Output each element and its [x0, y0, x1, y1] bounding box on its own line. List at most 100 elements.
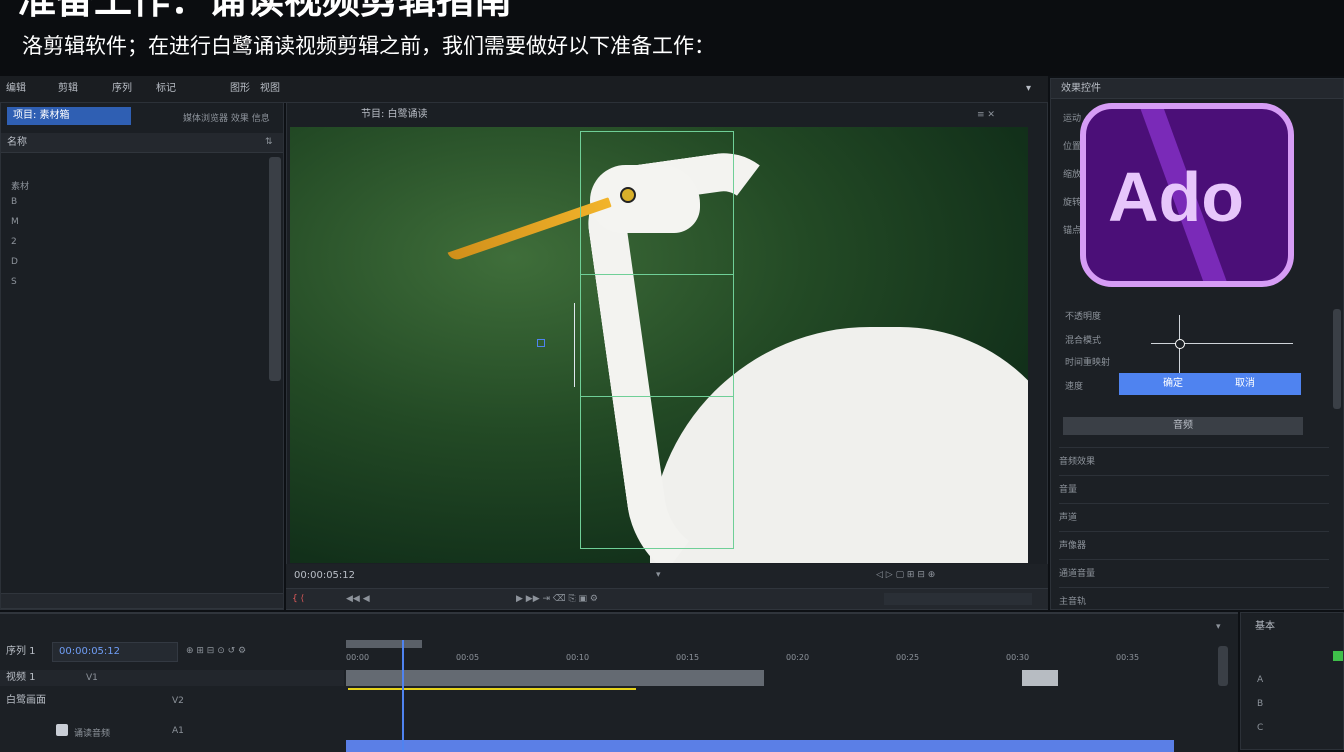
list-item[interactable]: C: [1257, 723, 1263, 733]
track-header-row: 视频 1 V1: [0, 670, 344, 686]
monitor-controls: 00:00:05:12 ▾ ◁ ▷ ▢ ⊞ ⊟ ⊕ { ⟨ ◀◀ ◀ ▶ ▶▶ …: [286, 564, 1048, 610]
play-icon[interactable]: ▶ ▶▶ ⇥ ⌫ ⎘ ▣ ⚙: [516, 594, 598, 604]
value-graph-line: [1151, 343, 1293, 344]
track-label: V2: [172, 696, 184, 706]
track-name[interactable]: 诵读音频: [74, 726, 110, 739]
list-item[interactable]: 通道音量: [1059, 559, 1329, 579]
menu-item-sequence[interactable]: 序列: [112, 83, 132, 95]
menu-item-view[interactable]: 视图: [260, 83, 280, 95]
graph-label: 不透明度: [1065, 312, 1102, 322]
track-name[interactable]: 视频 1: [6, 672, 36, 684]
list-item[interactable]: S: [11, 277, 17, 287]
chevron-down-icon[interactable]: ▾: [1216, 622, 1221, 632]
ruler-tick-label: 00:25: [896, 653, 920, 662]
menu-item-marker[interactable]: 标记: [156, 83, 176, 95]
ruler-tick-label: 00:35: [1116, 653, 1140, 662]
effect-scrollbar[interactable]: [1333, 309, 1341, 409]
timecode-field[interactable]: 00:00:05:12: [52, 642, 178, 662]
property-row[interactable]: 运动: [1063, 111, 1081, 124]
property-row[interactable]: 旋转: [1063, 195, 1081, 208]
ruler-tick-label: 00:30: [1006, 653, 1030, 662]
property-row[interactable]: 锚点: [1063, 223, 1081, 236]
list-item[interactable]: 素材: [11, 179, 29, 192]
video-clip[interactable]: [346, 670, 764, 686]
guide-line: [580, 274, 734, 275]
track-header-row: 白鹭画面 V2: [0, 692, 344, 710]
timeline-tools[interactable]: ⊕ ⊞ ⊟ ⊙ ↺ ⚙: [186, 646, 246, 656]
project-footer-toolbar: [1, 593, 283, 609]
list-item[interactable]: 声道: [1059, 503, 1329, 523]
keyframe-handle[interactable]: [1175, 339, 1185, 349]
tab-project[interactable]: 项目: 素材箱: [7, 107, 131, 125]
vertical-handle[interactable]: [574, 303, 575, 387]
list-item[interactable]: 2: [11, 237, 17, 247]
list-item[interactable]: A: [1257, 675, 1263, 685]
project-list-header: 名称 ⇅: [1, 133, 283, 153]
chevron-down-icon[interactable]: ▾: [1026, 83, 1031, 95]
graph-label: 速度: [1065, 382, 1084, 392]
audio-level-line: [348, 688, 636, 690]
transport-bar: { ⟨ ◀◀ ◀ ▶ ▶▶ ⇥ ⌫ ⎘ ▣ ⚙: [286, 588, 1048, 610]
property-row[interactable]: 位置: [1063, 139, 1081, 152]
section-audio-header[interactable]: 音频: [1063, 417, 1303, 435]
timeline-scrollbar[interactable]: [1218, 646, 1228, 686]
track-toggle-icon[interactable]: [56, 724, 68, 736]
graph-label: 时间重映射: [1065, 358, 1111, 368]
work-area-bar[interactable]: [346, 640, 422, 648]
timecode-value: 00:00:05:12: [59, 646, 121, 657]
list-item[interactable]: 声像器: [1059, 531, 1329, 551]
menu-item-edit[interactable]: 编辑: [6, 83, 26, 95]
menu-item-clip[interactable]: 剪辑: [58, 83, 78, 95]
list-item[interactable]: B: [11, 197, 17, 207]
list-item[interactable]: 音量: [1059, 475, 1329, 495]
list-item[interactable]: 主音轨: [1059, 587, 1329, 607]
effect-controls-tab-bar: 效果控件: [1051, 79, 1343, 99]
ruler-tick-label: 00:10: [566, 653, 590, 662]
chevron-down-icon[interactable]: ▾: [656, 570, 661, 580]
timeline-panel: 序列 1 00:00:05:12 ⊕ ⊞ ⊟ ⊙ ↺ ⚙ ▾ 视频 1 V1 白…: [0, 612, 1238, 752]
sort-icon[interactable]: ⇅: [265, 137, 273, 147]
clip-marker[interactable]: [1022, 670, 1058, 686]
anchor-handle[interactable]: [537, 339, 545, 347]
list-item[interactable]: M: [11, 217, 19, 227]
page-subtitle: 洛剪辑软件；在进行白鹭诵读视频剪辑之前，我们需要做好以下准备工作：: [22, 34, 715, 58]
playback-tools[interactable]: ◁ ▷ ▢ ⊞ ⊟ ⊕: [876, 570, 935, 580]
panel-menu-icon[interactable]: ≡ ✕: [977, 110, 995, 120]
page-title: 准备工作：诵读视频剪辑指南: [18, 0, 513, 22]
list-item[interactable]: D: [11, 257, 18, 267]
ruler-tick-label: 00:05: [456, 653, 480, 662]
menu-item-graphics[interactable]: 图形: [230, 83, 250, 95]
adobe-logo: Ado: [1080, 103, 1294, 287]
track-label: A1: [172, 726, 184, 736]
tab-media-browser[interactable]: 媒体浏览器 效果 信息: [183, 111, 270, 124]
property-row[interactable]: 缩放: [1063, 167, 1081, 180]
track-name[interactable]: 白鹭画面: [6, 695, 46, 707]
list-item[interactable]: B: [1257, 699, 1263, 709]
project-panel: 项目: 素材箱 媒体浏览器 效果 信息 名称 ⇅ 素材 B M 2 D S: [0, 102, 284, 610]
playhead[interactable]: [402, 640, 404, 752]
ok-button[interactable]: 确定: [1163, 373, 1183, 395]
time-ruler[interactable]: 00:00 00:05 00:10 00:15 00:20 00:25 00:30 00:35: [346, 652, 1226, 666]
video-preview[interactable]: [290, 127, 1028, 563]
ruler-tick-label: 00:20: [786, 653, 810, 662]
panel-title[interactable]: 基本: [1255, 621, 1275, 633]
cancel-button[interactable]: 取消: [1235, 373, 1255, 395]
guide-line: [580, 396, 734, 397]
ruler-tick-label: 00:15: [676, 653, 700, 662]
step-back-icon[interactable]: ◀◀ ◀: [346, 594, 370, 604]
audio-clip[interactable]: [346, 740, 1174, 752]
list-item[interactable]: 音频效果: [1059, 447, 1329, 467]
track-label: V1: [86, 673, 98, 683]
column-name[interactable]: 名称: [7, 137, 27, 149]
transform-bounding-box[interactable]: [580, 131, 734, 549]
logo-text: Ado: [1108, 158, 1245, 236]
ruler-tick-label: 00:00: [346, 653, 370, 662]
tab-program[interactable]: 节目: 白鹭诵读: [361, 109, 428, 121]
zoom-slider[interactable]: [884, 593, 1032, 605]
graph-label: 混合模式: [1065, 336, 1102, 346]
mark-in-icon[interactable]: { ⟨: [292, 594, 304, 604]
project-scrollbar[interactable]: [269, 157, 281, 381]
tab-effect-controls[interactable]: 效果控件: [1061, 83, 1101, 95]
sequence-title[interactable]: 序列 1: [6, 646, 36, 658]
timecode-readout[interactable]: 00:00:05:12: [294, 570, 355, 582]
